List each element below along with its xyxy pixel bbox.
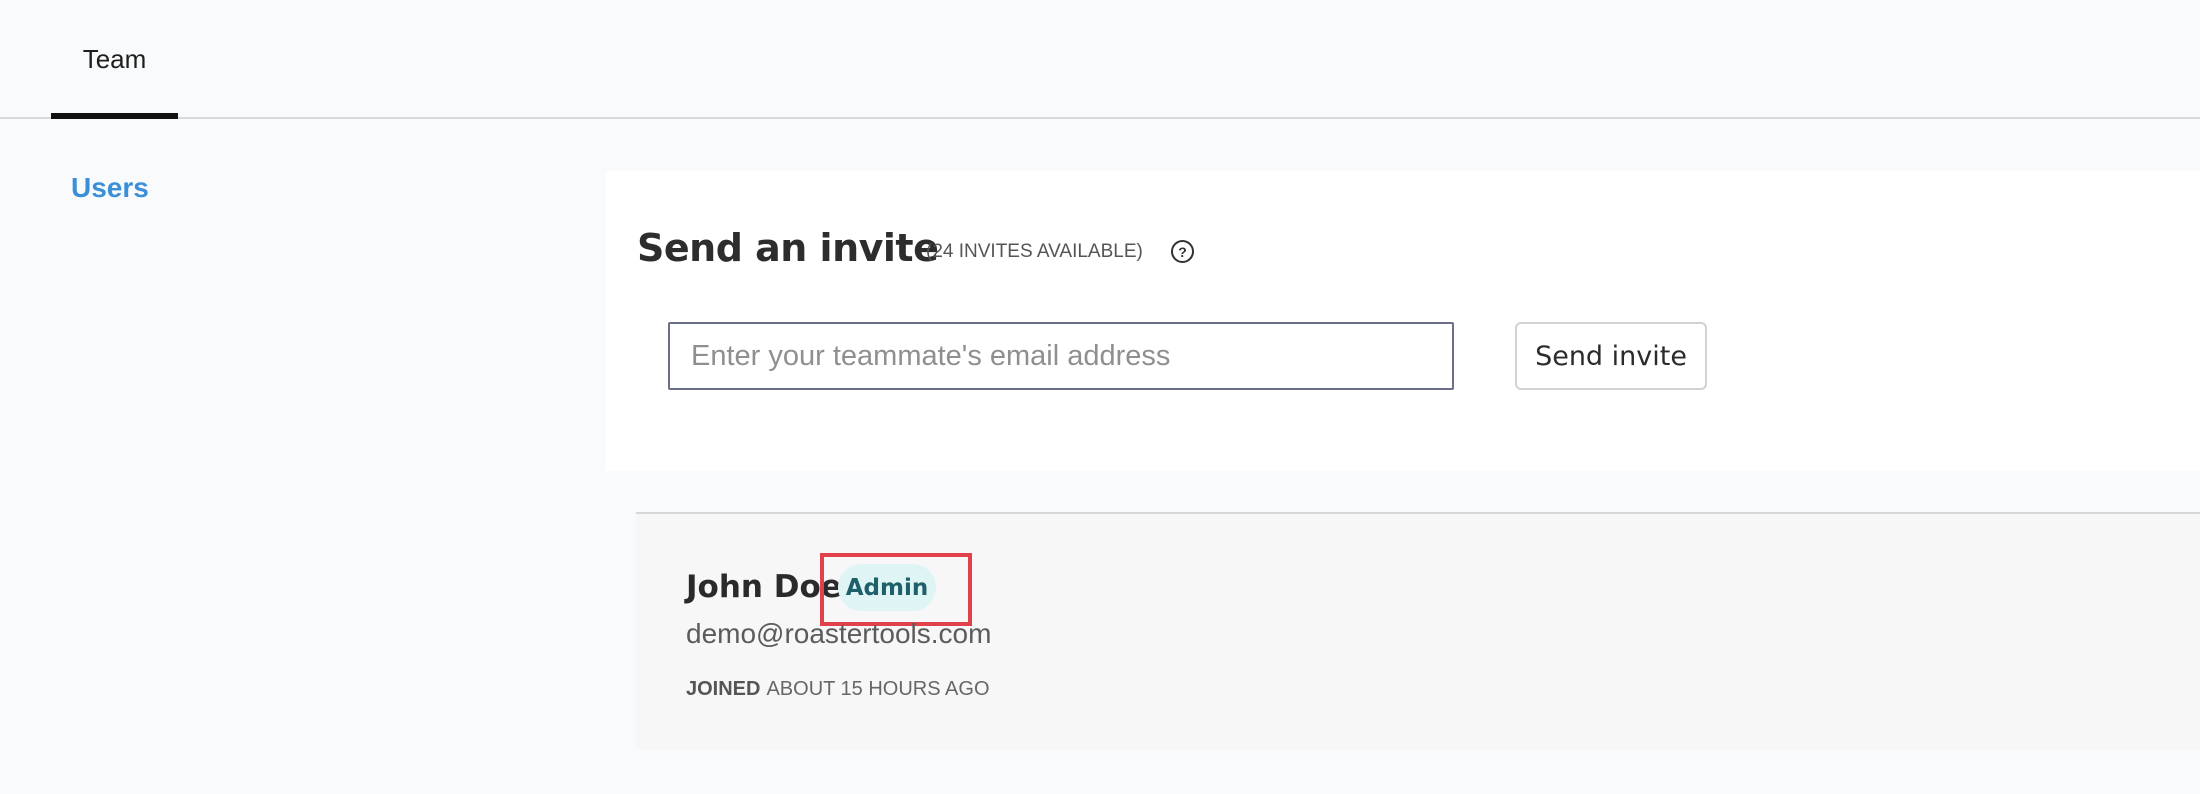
tab-team[interactable]: Team xyxy=(51,0,178,119)
teammate-email-input[interactable] xyxy=(668,322,1454,390)
question-circle-icon[interactable]: ? xyxy=(1171,240,1194,263)
user-email: demo@roastertools.com xyxy=(686,618,992,649)
invites-available-count: (24 INVITES AVAILABLE) xyxy=(926,241,1143,262)
tab-bar: Team xyxy=(0,0,2200,119)
joined-info: JOINED ABOUT 15 HOURS AGO xyxy=(686,678,990,701)
active-tab-indicator xyxy=(51,113,178,119)
sidebar-item-users[interactable]: Users xyxy=(71,172,149,204)
highlight-annotation xyxy=(820,553,972,626)
invite-card: Send an invite (24 INVITES AVAILABLE) ? … xyxy=(606,171,2200,471)
send-invite-button[interactable]: Send invite xyxy=(1515,322,1707,390)
joined-label: JOINED xyxy=(686,678,761,700)
user-name: John Doe xyxy=(686,569,842,605)
invite-title: Send an invite xyxy=(637,226,939,270)
joined-time: ABOUT 15 HOURS AGO xyxy=(766,678,990,700)
user-list-item: John Doe Admin demo@roastertools.com JOI… xyxy=(636,512,2200,750)
